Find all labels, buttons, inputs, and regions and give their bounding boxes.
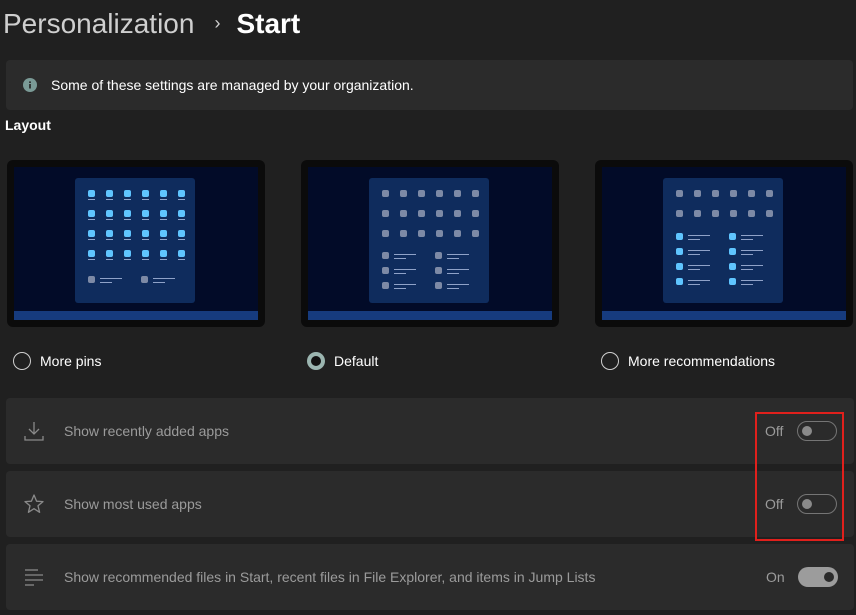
star-icon [24,494,44,513]
layout-preview-more-recommendations[interactable] [595,160,853,327]
toggle-knob [824,572,834,582]
banner-text: Some of these settings are managed by yo… [51,77,414,93]
toggle-state-label: On [766,569,785,585]
breadcrumb: Personalization › Start [3,4,300,44]
layout-preview-default[interactable] [301,160,559,327]
list-icon [25,569,43,586]
setting-label: Show most used apps [64,496,202,512]
start-menu-preview [369,178,489,303]
radio-button[interactable] [13,352,31,370]
radio-button-selected[interactable] [307,352,325,370]
radio-label: Default [334,353,379,369]
setting-row-recommended-files: Show recommended files in Start, recent … [6,544,854,610]
radio-button[interactable] [601,352,619,370]
taskbar-preview [308,311,552,320]
start-menu-preview [75,178,195,303]
info-icon [23,78,37,92]
managed-by-org-banner: Some of these settings are managed by yo… [6,60,853,110]
radio-option-default[interactable]: Default [307,349,378,373]
radio-label: More pins [40,353,102,369]
setting-label: Show recently added apps [64,423,229,439]
recommended-files-toggle[interactable] [798,567,838,587]
start-menu-preview [663,178,783,303]
layout-section-title: Layout [5,117,51,133]
taskbar-preview [14,311,258,320]
setting-row-most-used-apps: Show most used apps Off [6,471,854,537]
taskbar-preview [602,311,846,320]
preview-screen [602,167,846,320]
download-icon [24,422,44,441]
preview-screen [14,167,258,320]
setting-row-recently-added-apps: Show recently added apps Off [6,398,854,464]
radio-option-more-pins[interactable]: More pins [13,349,101,373]
radio-label: More recommendations [628,353,776,369]
breadcrumb-parent[interactable]: Personalization [3,8,194,40]
radio-option-more-recommendations[interactable]: More recommendations [601,349,775,373]
breadcrumb-separator: › [214,12,221,33]
preview-screen [308,167,552,320]
layout-preview-more-pins[interactable] [7,160,265,327]
highlight-annotation-box [755,412,844,541]
setting-label: Show recommended files in Start, recent … [64,569,596,585]
page-title: Start [236,8,301,39]
